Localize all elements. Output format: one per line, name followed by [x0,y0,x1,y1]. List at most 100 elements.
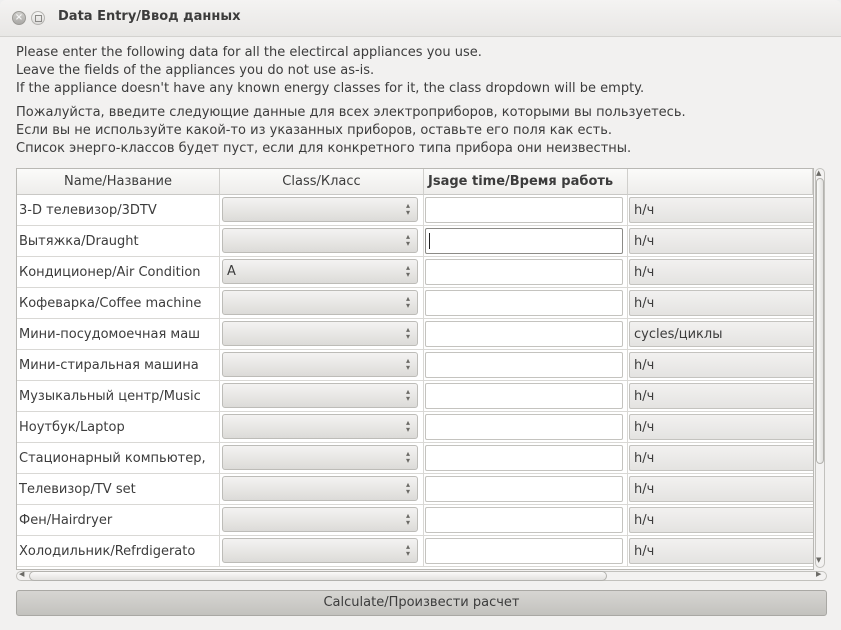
unit-cell: h/ч [628,195,813,226]
dropdown-arrows-icon: ▴ ▾ [405,418,410,434]
instruction-en-2: Leave the fields of the appliances you d… [16,63,375,78]
class-cell: ▴ ▾ [220,474,424,505]
usage-time-cell [424,505,628,536]
usage-time-input[interactable] [425,445,623,471]
appliance-name: Телевизор/TV set [17,474,220,505]
usage-time-cell [424,350,628,381]
class-cell: ▴ ▾ [220,505,424,536]
unit-label: h/ч [629,538,813,564]
class-dropdown[interactable]: ▴ ▾ [222,321,418,346]
unit-cell: h/ч [628,474,813,505]
usage-time-input[interactable] [425,538,623,564]
usage-time-input[interactable] [425,476,623,502]
appliance-name: Ноутбук/Laptop [17,412,220,443]
usage-time-input[interactable] [425,507,623,533]
usage-time-cell [424,288,628,319]
vertical-scroll-thumb[interactable] [816,178,824,464]
maximize-icon[interactable] [31,11,45,25]
unit-label: h/ч [629,290,813,316]
class-dropdown[interactable]: ▴ ▾ [222,352,418,377]
appliance-name: Фен/Hairdryer [17,505,220,536]
appliance-name: Стационарный компьютер, [17,443,220,474]
usage-time-cell [424,474,628,505]
table-row: Кондиционер/Air Condition A ▴ ▾ h/ч [17,257,813,288]
scroll-right-icon[interactable]: ▶ [816,570,821,578]
class-dropdown[interactable]: ▴ ▾ [222,197,418,222]
unit-cell: cycles/циклы [628,319,813,350]
dropdown-arrows-icon: ▴ ▾ [405,201,410,217]
header-class[interactable]: Class/Класс [220,169,424,195]
usage-time-cell [424,257,628,288]
window-title: Data Entry/Ввод данных [58,9,241,24]
usage-time-cell [424,195,628,226]
horizontal-scrollbar[interactable]: ◀ ▶ [16,569,827,583]
horizontal-scroll-thumb[interactable] [29,571,607,581]
class-dropdown[interactable]: ▴ ▾ [222,383,418,408]
usage-time-input[interactable] [425,321,623,347]
class-dropdown[interactable]: ▴ ▾ [222,228,418,253]
usage-time-cell [424,443,628,474]
usage-time-input[interactable] [425,383,623,409]
vertical-scrollbar[interactable]: ▲ ▼ [813,168,827,568]
class-dropdown[interactable]: ▴ ▾ [222,290,418,315]
class-cell: ▴ ▾ [220,443,424,474]
appliance-name: Кондиционер/Air Condition [17,257,220,288]
dropdown-arrows-icon: ▴ ▾ [405,294,410,310]
dropdown-arrows-icon: ▴ ▾ [405,480,410,496]
usage-time-input[interactable] [425,414,623,440]
class-dropdown[interactable]: ▴ ▾ [222,476,418,501]
class-dropdown[interactable]: ▴ ▾ [222,445,418,470]
scroll-down-icon[interactable]: ▼ [816,556,821,564]
appliance-name: Кофеварка/Coffee machine [17,288,220,319]
class-cell: ▴ ▾ [220,381,424,412]
table-row: Холодильник/Refrdigerato ▴ ▾ h/ч [17,536,813,567]
appliance-name: 3-D телевизор/3DTV [17,195,220,226]
usage-time-cell [424,226,628,257]
table-row: Стационарный компьютер, ▴ ▾ h/ч [17,443,813,474]
class-cell: A ▴ ▾ [220,257,424,288]
table-row: Мини-посудомоечная маш ▴ ▾ cycles/циклы [17,319,813,350]
header-name[interactable]: Name/Название [17,169,220,195]
usage-time-input[interactable] [425,197,623,223]
class-dropdown[interactable]: ▴ ▾ [222,507,418,532]
unit-cell: h/ч [628,350,813,381]
instruction-ru-3: Список энерго-классов будет пуст, если д… [16,141,632,156]
unit-label: h/ч [629,445,813,471]
class-cell: ▴ ▾ [220,195,424,226]
table-row: Вытяжка/Draught ▴ ▾ h/ч [17,226,813,257]
dropdown-arrows-icon: ▴ ▾ [405,325,410,341]
data-entry-window: × Data Entry/Ввод данных Please enter th… [0,0,841,630]
unit-label: h/ч [629,383,813,409]
appliance-table: Name/Название Class/Класс Jsage time/Вре… [16,168,814,570]
table-row: Телевизор/TV set ▴ ▾ h/ч [17,474,813,505]
scroll-up-icon[interactable]: ▲ [816,169,821,177]
dropdown-arrows-icon: ▴ ▾ [405,232,410,248]
usage-time-input[interactable] [425,259,623,285]
usage-time-cell [424,381,628,412]
unit-cell: h/ч [628,536,813,567]
header-unit[interactable] [628,169,813,195]
usage-time-input[interactable] [425,290,623,316]
usage-time-input[interactable] [425,228,623,254]
class-dropdown[interactable]: ▴ ▾ [222,414,418,439]
header-usage-time[interactable]: Jsage time/Время работь [424,169,628,195]
dropdown-arrows-icon: ▴ ▾ [405,356,410,372]
instruction-en-3: If the appliance doesn't have any known … [16,81,645,96]
unit-cell: h/ч [628,381,813,412]
class-cell: ▴ ▾ [220,226,424,257]
dropdown-arrows-icon: ▴ ▾ [405,263,410,279]
unit-label: h/ч [629,507,813,533]
unit-label: h/ч [629,352,813,378]
class-dropdown[interactable]: A ▴ ▾ [222,259,418,284]
dropdown-arrows-icon: ▴ ▾ [405,542,410,558]
unit-label: h/ч [629,414,813,440]
class-cell: ▴ ▾ [220,319,424,350]
usage-time-input[interactable] [425,352,623,378]
calculate-button[interactable]: Calculate/Произвести расчет [16,590,827,616]
class-dropdown[interactable]: ▴ ▾ [222,538,418,563]
unit-label: h/ч [629,476,813,502]
table-row: Мини-стиральная машина ▴ ▾ h/ч [17,350,813,381]
close-icon[interactable]: × [12,11,26,25]
class-cell: ▴ ▾ [220,288,424,319]
scroll-left-icon[interactable]: ◀ [19,570,24,578]
